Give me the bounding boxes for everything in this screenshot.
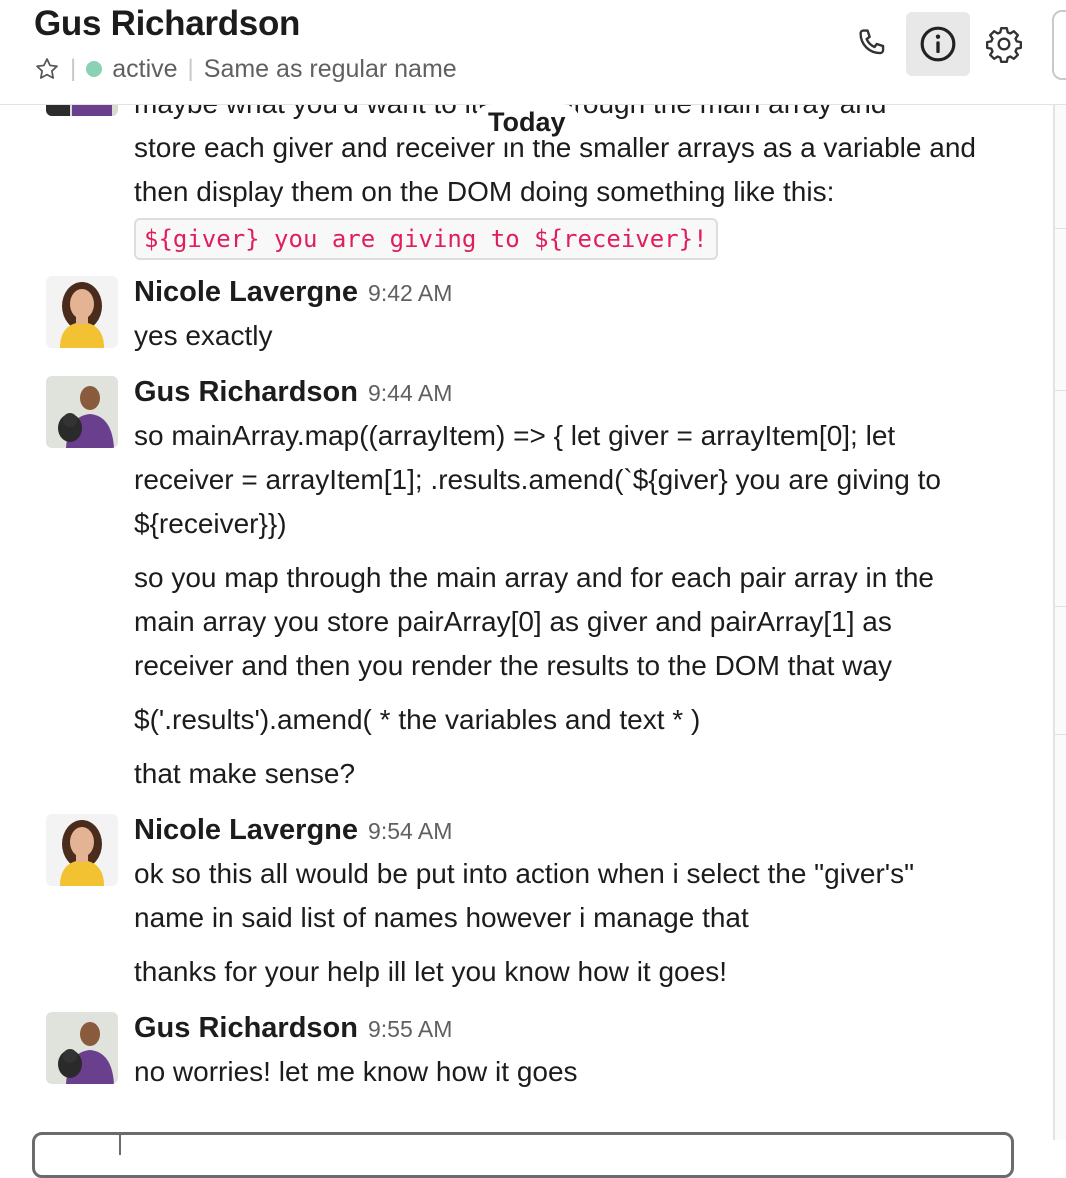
sender-name[interactable]: Nicole Lavergne	[134, 276, 358, 308]
divider-bar: |	[70, 55, 77, 82]
message-text: then display them on the DOM doing somet…	[134, 176, 835, 207]
page-title[interactable]: Gus Richardson	[34, 4, 300, 44]
avatar[interactable]	[46, 814, 118, 886]
avatar[interactable]	[46, 1012, 118, 1084]
info-button[interactable]	[906, 12, 970, 76]
rail-divider	[1055, 734, 1066, 735]
sender-name[interactable]: Gus Richardson	[134, 1012, 358, 1044]
sender-name[interactable]: Gus Richardson	[134, 376, 358, 408]
channel-meta: | active | Same as regular name	[34, 53, 457, 85]
avatar[interactable]	[46, 104, 118, 116]
call-button[interactable]	[840, 12, 904, 76]
message-text: ok so this all would be put into action …	[134, 858, 915, 889]
message-timestamp[interactable]: 9:44 AM	[368, 380, 452, 406]
message-text: receiver and then you render the results…	[134, 650, 892, 681]
message-text: $('.results').amend( * the variables and…	[134, 704, 701, 735]
message-sender: Gus Richardson 9:44 AM	[134, 376, 452, 409]
message-text: no worries! let me know how it goes	[134, 1056, 578, 1087]
message-text: so mainArray.map((arrayItem) => { let gi…	[134, 420, 896, 451]
message-text: ${receiver}})	[134, 508, 287, 539]
message-text: name in said list of names however i man…	[134, 902, 749, 933]
status-text: active	[112, 54, 178, 83]
message-list: maybe what you'd want to iterate through…	[0, 104, 1050, 1140]
message-sender: Gus Richardson 9:55 AM	[134, 1012, 452, 1045]
message-text: receiver = arrayItem[1]; .results.amend(…	[134, 464, 941, 495]
divider-bar: |	[187, 55, 194, 82]
message-text: thanks for your help ill let you know ho…	[134, 956, 727, 987]
rail-divider	[1055, 228, 1066, 229]
gear-icon	[986, 27, 1022, 63]
side-panel-toggle[interactable]	[1052, 10, 1066, 80]
message-sender: Nicole Lavergne 9:42 AM	[134, 276, 452, 309]
settings-button[interactable]	[972, 12, 1036, 76]
message-text: yes exactly	[134, 320, 273, 351]
avatar[interactable]	[46, 276, 118, 348]
message-timestamp[interactable]: 9:55 AM	[368, 1016, 452, 1042]
inline-code: ${giver} you are giving to ${receiver}!	[134, 218, 718, 260]
rail-divider	[1055, 606, 1066, 607]
sender-name[interactable]: Nicole Lavergne	[134, 814, 358, 846]
message-composer[interactable]	[32, 1132, 1014, 1178]
message-timestamp[interactable]: 9:42 AM	[368, 280, 452, 306]
star-icon[interactable]	[34, 56, 60, 82]
message-text: main array you store pairArray[0] as giv…	[134, 606, 892, 637]
message-sender: Nicole Lavergne 9:54 AM	[134, 814, 452, 847]
avatar[interactable]	[46, 376, 118, 448]
message-text: that make sense?	[134, 758, 356, 789]
presence-dot	[86, 61, 103, 77]
channel-subtitle[interactable]: Same as regular name	[204, 55, 457, 84]
rail-divider	[1055, 390, 1066, 391]
date-divider[interactable]: Today	[474, 104, 580, 140]
message-timestamp[interactable]: 9:54 AM	[368, 818, 452, 844]
composer-divider	[119, 1135, 121, 1155]
info-icon	[920, 26, 956, 62]
channel-header: Gus Richardson | active | Same as regula…	[0, 0, 1066, 105]
message-text: so you map through the main array and fo…	[134, 562, 934, 593]
scrollbar-track[interactable]	[1053, 104, 1066, 1140]
phone-icon	[859, 29, 885, 55]
